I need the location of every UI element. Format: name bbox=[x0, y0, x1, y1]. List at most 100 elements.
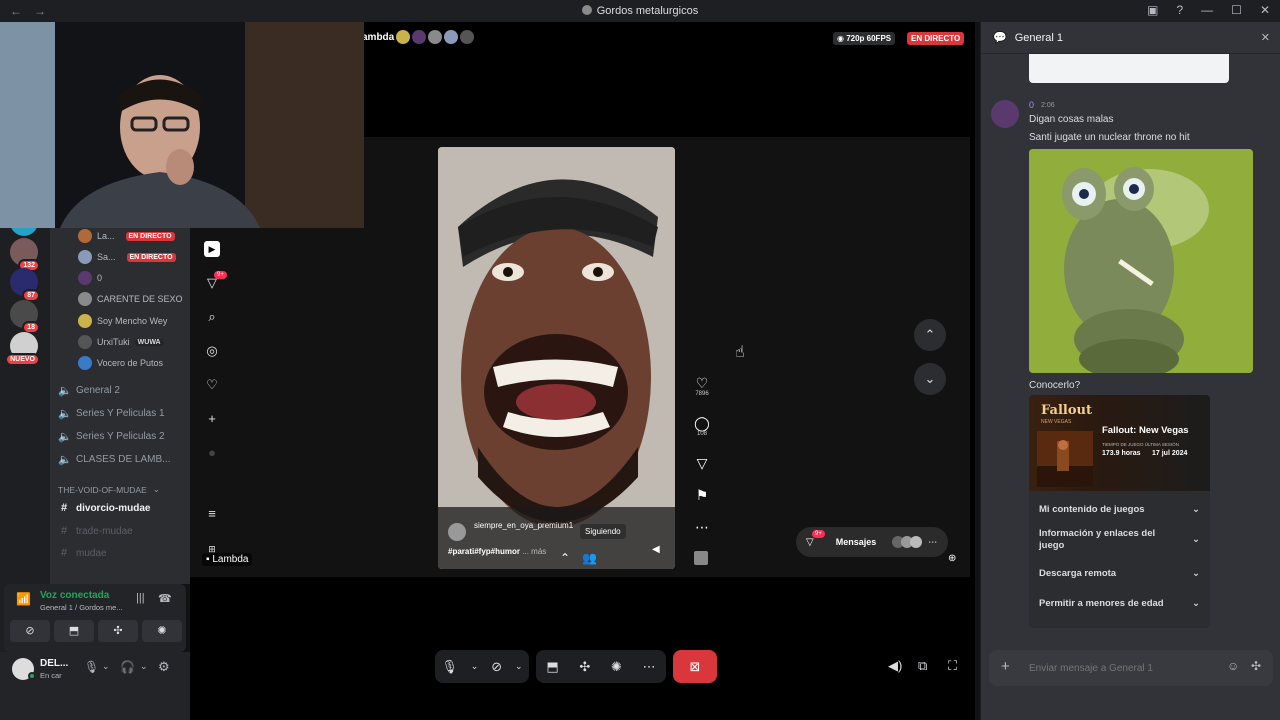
text-channel-divorcio[interactable]: # divorcio-mudae bbox=[58, 502, 151, 514]
apps-icon[interactable]: ✣ bbox=[1251, 659, 1261, 673]
voice-user[interactable]: 0 bbox=[78, 271, 102, 285]
soundboard-icon[interactable]: ||| bbox=[136, 592, 145, 604]
creator-avatar[interactable] bbox=[448, 523, 466, 541]
add-attachment-icon[interactable]: + bbox=[1001, 658, 1010, 675]
soundboard-icon[interactable]: ✺ bbox=[611, 659, 622, 675]
mic-chevron-icon[interactable]: ⌄ bbox=[102, 661, 110, 672]
voice-channel-series-1[interactable]: 🔈 Series Y Peliculas 1 bbox=[58, 407, 165, 420]
camera-off-icon[interactable]: ⊘ bbox=[491, 659, 502, 675]
category-header[interactable]: THE-VOID-OF-MUDAE ⌄ bbox=[58, 484, 160, 495]
microphone-icon[interactable]: 🎙 bbox=[441, 659, 458, 675]
tiktok-menu-icon[interactable]: ≡ bbox=[204, 506, 220, 522]
users-icon[interactable]: 👥 bbox=[582, 551, 597, 565]
caption-more[interactable]: ... más bbox=[522, 547, 546, 556]
server-icon[interactable]: 132 bbox=[10, 238, 40, 272]
action-controls: ⬒ ✣ ✺ ⋯ bbox=[536, 650, 666, 683]
more-action[interactable]: ⋯ bbox=[692, 519, 712, 535]
channel-label: CLASES DE LAMB... bbox=[76, 454, 171, 465]
maximize-icon[interactable]: ☐ bbox=[1231, 3, 1242, 17]
comment-action[interactable]: ◯ 108 bbox=[692, 415, 712, 437]
popout-icon[interactable]: ⧉ bbox=[918, 658, 927, 674]
tiktok-search-icon[interactable]: ⌕ bbox=[204, 309, 220, 325]
screen-share-button[interactable]: ⬒ bbox=[54, 620, 94, 642]
screen-share-icon[interactable]: ⬒ bbox=[546, 659, 558, 675]
message-image[interactable] bbox=[1029, 149, 1253, 373]
text-channel-trade[interactable]: # trade-mudae bbox=[58, 525, 133, 537]
bookmark-action[interactable]: ⚑ bbox=[692, 487, 712, 503]
tiktok-profile-icon[interactable]: ● bbox=[204, 445, 220, 461]
share-action[interactable]: ▽ bbox=[692, 455, 712, 471]
share-icon: ▽ bbox=[696, 455, 708, 471]
voice-user[interactable]: Vocero de Putos bbox=[78, 356, 163, 370]
close-window-icon[interactable]: ✕ bbox=[1260, 3, 1270, 17]
help-icon[interactable]: ? bbox=[1176, 3, 1183, 17]
headphones-icon[interactable]: 🎧 bbox=[120, 660, 135, 674]
avatar bbox=[78, 292, 92, 306]
tiktok-explore-icon[interactable]: ◎ bbox=[204, 343, 220, 359]
tiktok-home-icon[interactable]: ▶ bbox=[204, 241, 220, 257]
music-disc-icon[interactable] bbox=[694, 551, 708, 565]
menu-remote-download[interactable]: Descarga remota ⌄ bbox=[1029, 563, 1210, 583]
voice-channel-clases[interactable]: 🔈 CLASES DE LAMB... bbox=[58, 453, 170, 466]
scroll-up-button[interactable]: ⌃ bbox=[914, 319, 946, 351]
more-options-icon[interactable]: ⋯ bbox=[643, 659, 656, 675]
activities-icon[interactable]: ✣ bbox=[579, 659, 590, 675]
voice-user[interactable]: CARENTE DE SEXO bbox=[78, 292, 183, 306]
channel-label: Series Y Peliculas 1 bbox=[76, 408, 165, 419]
minimize-icon[interactable]: — bbox=[1201, 3, 1213, 17]
activities-icon: ✣ bbox=[113, 625, 123, 637]
inbox-icon[interactable]: ▣ bbox=[1147, 3, 1158, 17]
creator-username[interactable]: siempre_en_oya_premium1 bbox=[474, 521, 574, 531]
volume-icon[interactable]: ◀) bbox=[888, 658, 902, 674]
avatar[interactable] bbox=[991, 100, 1019, 128]
following-button[interactable]: Siguiendo bbox=[580, 524, 626, 539]
settings-gear-icon[interactable]: ⚙ bbox=[158, 659, 170, 675]
voice-user[interactable]: UrxiTuki WUWA bbox=[78, 335, 164, 349]
like-action[interactable]: ♡ 7896 bbox=[692, 375, 712, 397]
comment-count: 108 bbox=[696, 431, 707, 437]
server-icon[interactable]: 87 bbox=[10, 268, 40, 302]
voice-channel-general-2[interactable]: 🔈 General 2 bbox=[58, 384, 120, 397]
viewer-avatars[interactable] bbox=[396, 30, 474, 44]
chevron-down-icon[interactable]: ⌄ bbox=[515, 661, 523, 672]
quality-text: 720p 60FPS bbox=[846, 34, 892, 43]
tiktok-heart-icon[interactable]: ♡ bbox=[204, 377, 220, 393]
channel-label: trade-mudae bbox=[76, 525, 133, 537]
scroll-down-button[interactable]: ⌄ bbox=[914, 363, 946, 395]
avatar bbox=[78, 335, 92, 349]
camera-off-button[interactable]: ⊘ bbox=[10, 620, 50, 642]
chat-input[interactable] bbox=[1029, 658, 1219, 678]
chevron-down-icon[interactable]: ⌄ bbox=[471, 661, 479, 672]
server-icon[interactable]: NUEVO bbox=[5, 332, 40, 366]
menu-allow-minors[interactable]: Permitir a menores de edad ⌄ bbox=[1029, 593, 1210, 613]
headphones-chevron-icon[interactable]: ⌄ bbox=[140, 661, 148, 672]
messages-pill[interactable]: ▽ 9+ Mensajes ⋯ bbox=[796, 527, 948, 557]
microphone-icon[interactable]: 🎙 bbox=[84, 660, 99, 674]
close-chat-icon[interactable]: ✕ bbox=[1261, 31, 1270, 44]
voice-user[interactable]: Sa... EN DIRECTO bbox=[78, 250, 176, 264]
menu-game-content[interactable]: Mi contenido de juegos ⌄ bbox=[1029, 499, 1210, 519]
voice-user[interactable]: La... EN DIRECTO bbox=[78, 229, 175, 243]
activities-button[interactable]: ✣ bbox=[98, 620, 138, 642]
game-logo: Fallout bbox=[1041, 403, 1092, 418]
message-author[interactable]: 0 bbox=[1029, 100, 1034, 110]
server-icon[interactable]: 18 bbox=[10, 300, 40, 334]
viewer-avatar bbox=[460, 30, 474, 44]
disconnect-button[interactable]: ⊠ bbox=[673, 650, 717, 683]
disconnect-icon[interactable]: ☎ bbox=[158, 592, 172, 605]
emoji-icon[interactable]: ☺ bbox=[1227, 659, 1239, 673]
channel-label: mudae bbox=[76, 547, 107, 559]
voice-user[interactable]: Soy Mencho Wey bbox=[78, 314, 167, 328]
zoom-icon[interactable]: ⊕ bbox=[948, 553, 956, 564]
voice-channel-series-2[interactable]: 🔈 Series Y Peliculas 2 bbox=[58, 430, 165, 443]
soundboard-button[interactable]: ✺ bbox=[142, 620, 182, 642]
menu-game-info[interactable]: Información y enlaces del juego ⌄ bbox=[1029, 527, 1210, 553]
tiktok-video[interactable]: siempre_en_oya_premium1 Siguiendo #parat… bbox=[438, 147, 675, 569]
volume-icon[interactable]: ◀ bbox=[652, 544, 660, 555]
voice-location[interactable]: General 1 / Gordos me... bbox=[40, 603, 123, 612]
live-chevron-up-icon[interactable]: ⌃ bbox=[560, 551, 570, 565]
fullscreen-icon[interactable]: ⛶ bbox=[948, 658, 957, 674]
text-channel-mudae[interactable]: # mudae bbox=[58, 547, 107, 559]
game-banner[interactable]: Fallout NEW VEGAS Fallout: New Vegas TIE… bbox=[1029, 395, 1210, 491]
tiktok-add-icon[interactable]: + bbox=[204, 411, 220, 427]
